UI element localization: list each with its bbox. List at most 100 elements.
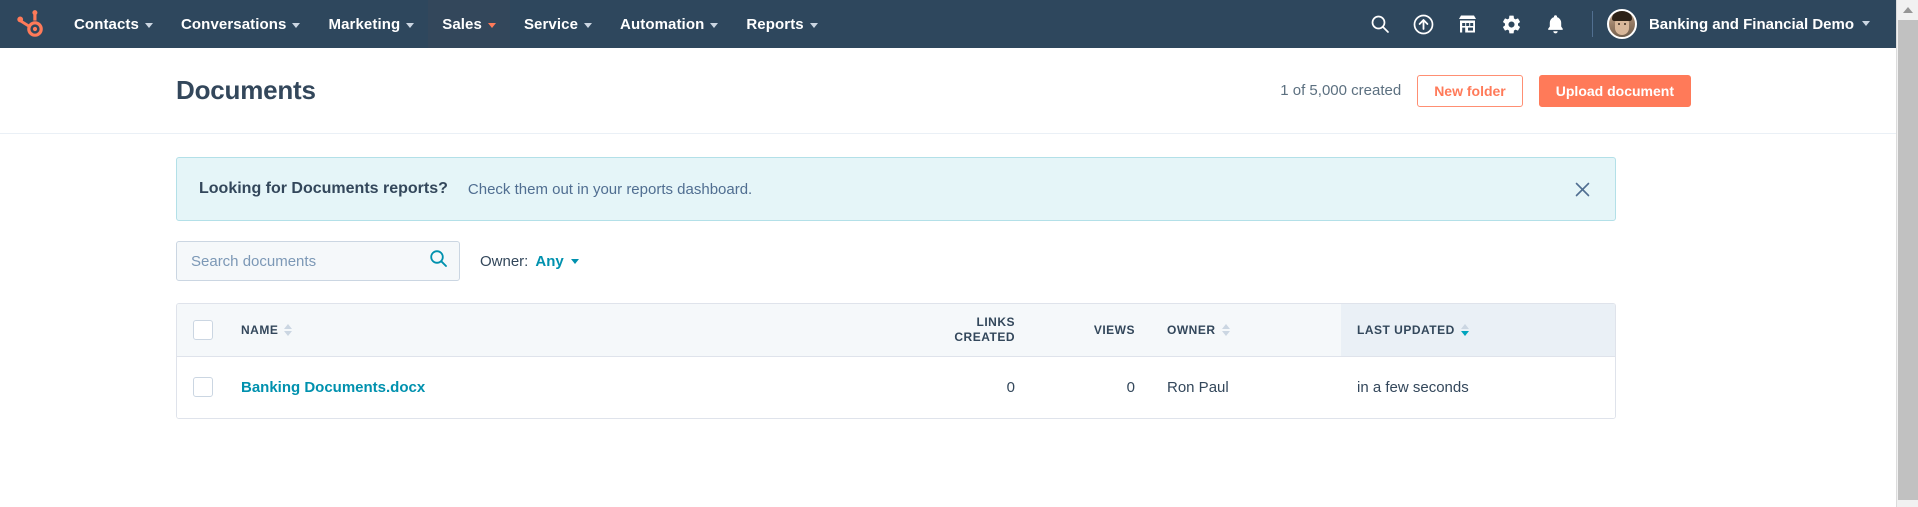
sort-toggle-name[interactable] (284, 324, 292, 336)
chevron-down-icon (1862, 21, 1870, 26)
chevron-down-icon (710, 23, 718, 28)
top-navigation-bar: Contacts Conversations Marketing Sales S… (0, 0, 1896, 48)
row-name-cell: Banking Documents.docx (225, 356, 861, 418)
upload-document-button[interactable]: Upload document (1539, 75, 1691, 107)
table-row[interactable]: Banking Documents.docx 0 0 Ron Paul (177, 356, 1615, 418)
sort-toggle-owner[interactable] (1222, 324, 1230, 336)
search-container (176, 241, 460, 281)
last-updated-value: in a few seconds (1341, 379, 1615, 396)
owner-filter-value[interactable]: Any (535, 253, 563, 270)
column-header-owner[interactable]: OWNER (1151, 304, 1341, 356)
views-value: 0 (1031, 379, 1151, 396)
chevron-down-icon (292, 23, 300, 28)
nav-item-contacts[interactable]: Contacts (60, 0, 167, 48)
sort-descending-icon (284, 331, 292, 336)
settings-gear-icon (1501, 14, 1522, 35)
nav-item-service[interactable]: Service (510, 0, 606, 48)
marketplace-icon (1457, 14, 1478, 34)
avatar-eye-left (1618, 23, 1620, 25)
column-header-last-updated[interactable]: LAST UPDATED (1341, 304, 1615, 356)
sort-descending-icon (1461, 331, 1469, 336)
nav-item-marketing[interactable]: Marketing (314, 0, 428, 48)
page-scrollbar[interactable] (1896, 0, 1918, 507)
column-label: LINKS CREATED (945, 315, 1015, 345)
content-container: Looking for Documents reports? Check the… (176, 157, 1616, 419)
nav-item-label: Service (524, 16, 578, 33)
row-select-cell (177, 356, 225, 418)
nav-item-label: Marketing (328, 16, 400, 33)
nav-item-label: Conversations (181, 16, 287, 33)
table-header: NAME LINKS CREATED (177, 304, 1615, 356)
search-button[interactable] (1358, 0, 1402, 48)
nav-utility-area: Banking and Financial Demo (1358, 0, 1896, 48)
nav-item-label: Reports (746, 16, 803, 33)
avatar[interactable] (1607, 9, 1637, 39)
sort-toggle-last-updated[interactable] (1461, 324, 1469, 336)
nav-item-label: Automation (620, 16, 704, 33)
notifications-button[interactable] (1534, 0, 1578, 48)
avatar-eye-right (1624, 23, 1626, 25)
table-body: Banking Documents.docx 0 0 Ron Paul (177, 356, 1615, 418)
chevron-down-icon[interactable] (571, 259, 579, 264)
filter-bar: Owner: Any (176, 241, 1616, 281)
select-all-header (177, 304, 225, 356)
documents-table: NAME LINKS CREATED (177, 304, 1615, 418)
nav-divider (1592, 11, 1593, 37)
upgrade-button[interactable] (1402, 0, 1446, 48)
chevron-down-icon (584, 23, 592, 28)
main-menu: Contacts Conversations Marketing Sales S… (60, 0, 832, 48)
hubspot-logo[interactable] (0, 0, 60, 48)
links-created-value: 0 (861, 379, 1031, 396)
row-checkbox[interactable] (193, 377, 213, 397)
scrollbar-thumb[interactable] (1898, 20, 1918, 500)
sort-descending-icon (1222, 331, 1230, 336)
new-folder-button[interactable]: New folder (1417, 75, 1523, 107)
column-header-name[interactable]: NAME (225, 304, 861, 356)
scrollbar-up-button[interactable] (1897, 0, 1918, 20)
sort-ascending-icon (1222, 324, 1230, 329)
account-name: Banking and Financial Demo (1649, 16, 1854, 33)
column-label: OWNER (1167, 323, 1216, 337)
page-header-actions: 1 of 5,000 created New folder Upload doc… (1280, 75, 1691, 107)
chevron-down-icon (810, 23, 818, 28)
upgrade-arrow-icon (1413, 14, 1434, 35)
document-name-link[interactable]: Banking Documents.docx (241, 379, 425, 396)
sort-ascending-icon (284, 324, 292, 329)
nav-item-conversations[interactable]: Conversations (167, 0, 315, 48)
notifications-bell-icon (1546, 14, 1565, 35)
main-content: Looking for Documents reports? Check the… (0, 157, 1896, 419)
documents-created-count: 1 of 5,000 created (1280, 82, 1401, 99)
row-owner-cell: Ron Paul (1151, 356, 1341, 418)
settings-button[interactable] (1490, 0, 1534, 48)
column-label: VIEWS (1094, 323, 1135, 337)
banner-description: Check them out in your reports dashboard… (468, 181, 752, 198)
page-title: Documents (176, 75, 316, 106)
select-all-checkbox[interactable] (193, 320, 213, 340)
sort-ascending-icon (1461, 324, 1469, 329)
owner-filter[interactable]: Owner: Any (480, 253, 579, 270)
column-label: LAST UPDATED (1357, 323, 1455, 337)
chevron-down-icon (145, 23, 153, 28)
nav-item-label: Contacts (74, 16, 139, 33)
nav-item-automation[interactable]: Automation (606, 0, 732, 48)
account-menu[interactable]: Banking and Financial Demo (1637, 16, 1870, 33)
banner-close-button[interactable] (1571, 178, 1593, 200)
marketplace-button[interactable] (1446, 0, 1490, 48)
chevron-down-icon (488, 23, 496, 28)
banner-title: Looking for Documents reports? (199, 180, 448, 198)
table-header-row: NAME LINKS CREATED (177, 304, 1615, 356)
search-icon (1370, 14, 1390, 34)
chevron-up-icon (1903, 7, 1913, 13)
column-label: NAME (241, 323, 278, 337)
hubspot-sprocket-icon (17, 10, 43, 38)
column-header-views: VIEWS (1031, 304, 1151, 356)
nav-item-sales[interactable]: Sales (428, 0, 510, 48)
owner-value: Ron Paul (1151, 379, 1341, 396)
documents-table-card: NAME LINKS CREATED (176, 303, 1616, 419)
nav-item-label: Sales (442, 16, 482, 33)
page-header: Documents 1 of 5,000 created New folder … (0, 48, 1896, 134)
nav-item-reports[interactable]: Reports (732, 0, 831, 48)
row-views-cell: 0 (1031, 356, 1151, 418)
owner-filter-label: Owner: (480, 253, 528, 270)
search-input[interactable] (176, 241, 460, 281)
